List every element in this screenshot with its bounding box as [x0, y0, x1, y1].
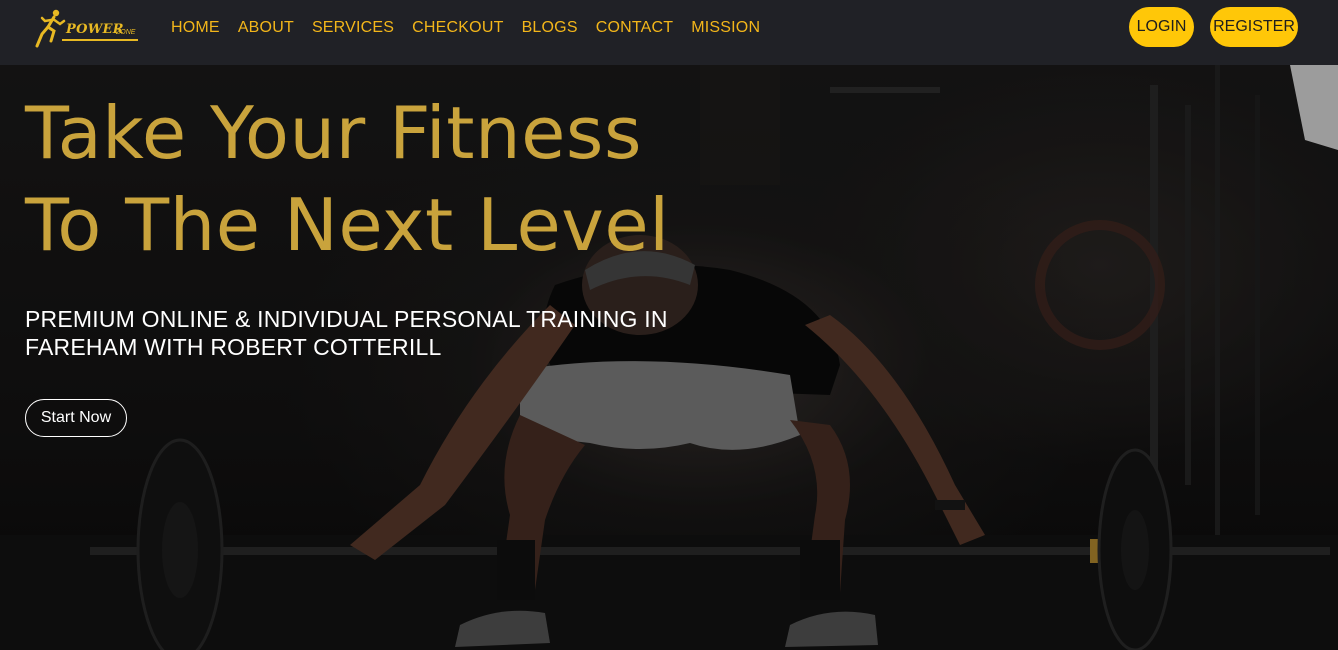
hero-title: Take Your Fitness To The Next Level — [25, 87, 785, 271]
nav-link-about[interactable]: ABOUT — [238, 19, 294, 37]
hero-title-line-1: Take Your Fitness — [25, 91, 642, 175]
main-nav: HOME ABOUT SERVICES CHECKOUT BLOGS CONTA… — [171, 0, 778, 55]
runner-icon — [35, 9, 66, 48]
brand-logo[interactable]: POWER ZONE — [34, 8, 144, 48]
hero-subtitle-line-2: FAREHAM WITH ROBERT COTTERILL — [25, 334, 442, 360]
brand-subname: ZONE — [116, 29, 136, 36]
start-now-button[interactable]: Start Now — [25, 399, 127, 437]
hero-title-line-2: To The Next Level — [25, 183, 670, 267]
hero-subtitle: PREMIUM ONLINE & INDIVIDUAL PERSONAL TRA… — [25, 305, 725, 361]
hero-section: Take Your Fitness To The Next Level PREM… — [0, 65, 1338, 650]
register-button[interactable]: REGISTER — [1210, 7, 1298, 47]
top-navbar: POWER ZONE HOME ABOUT SERVICES CHECKOUT … — [0, 0, 1338, 65]
nav-link-contact[interactable]: CONTACT — [596, 19, 674, 37]
nav-link-mission[interactable]: MISSION — [691, 19, 760, 37]
nav-link-services[interactable]: SERVICES — [312, 19, 394, 37]
nav-link-blogs[interactable]: BLOGS — [522, 19, 578, 37]
nav-link-checkout[interactable]: CHECKOUT — [412, 19, 503, 37]
login-button[interactable]: LOGIN — [1129, 7, 1194, 47]
hero-subtitle-line-1: PREMIUM ONLINE & INDIVIDUAL PERSONAL TRA… — [25, 306, 668, 332]
brand-underline — [62, 39, 138, 41]
nav-link-home[interactable]: HOME — [171, 19, 220, 37]
page: POWER ZONE HOME ABOUT SERVICES CHECKOUT … — [0, 0, 1338, 650]
